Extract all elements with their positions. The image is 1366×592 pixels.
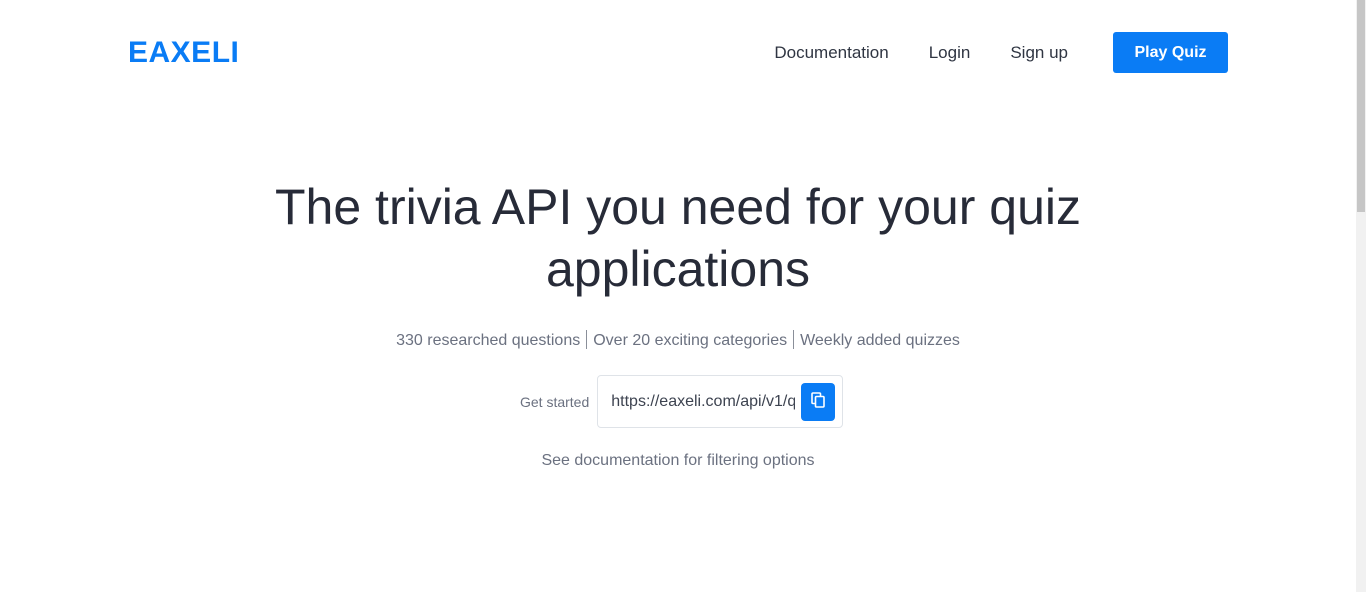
get-started-label: Get started — [520, 393, 590, 410]
scrollbar[interactable] — [1356, 0, 1366, 592]
nav-documentation[interactable]: Documentation — [774, 32, 888, 73]
copy-button[interactable] — [801, 382, 836, 421]
hero-title-line-2: applications — [545, 241, 811, 297]
feature-questions: 330 researched questions — [396, 332, 581, 349]
docs-hint[interactable]: See documentation for filtering options — [0, 452, 1356, 470]
page: EAXELI Documentation Login Sign up Play … — [0, 0, 1366, 592]
scrollbar-thumb[interactable] — [1357, 0, 1365, 212]
hero-title-line-1: The trivia API you need for your quiz — [275, 179, 1081, 235]
play-quiz-button[interactable]: Play Quiz — [1113, 32, 1228, 73]
copy-icon — [810, 392, 826, 411]
feature-list: 330 researched questions Over 20 exciting… — [0, 330, 1356, 352]
logo[interactable]: EAXELI — [128, 36, 239, 70]
api-url-box — [597, 375, 844, 428]
feature-categories: Over 20 exciting categories — [593, 332, 788, 349]
nav-login[interactable]: Login — [929, 32, 971, 73]
main-nav: Documentation Login Sign up Play Quiz — [774, 32, 1228, 73]
nav-signup[interactable]: Sign up — [1010, 32, 1068, 73]
divider — [586, 330, 588, 349]
hero-title: The trivia API you need for your quiz ap… — [0, 176, 1356, 300]
get-started-row: Get started — [520, 375, 844, 428]
feature-weekly: Weekly added quizzes — [800, 332, 960, 349]
divider — [793, 330, 795, 349]
api-url-input[interactable] — [611, 392, 796, 411]
